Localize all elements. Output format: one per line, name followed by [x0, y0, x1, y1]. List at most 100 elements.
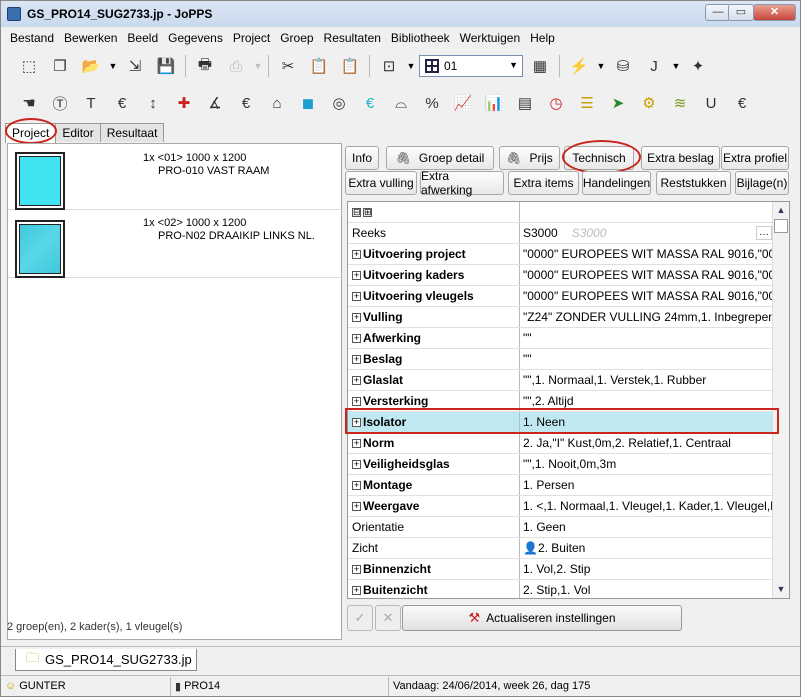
expand-icon[interactable]: + [352, 376, 361, 386]
tab-project[interactable]: Project [5, 123, 57, 143]
grid-value[interactable]: 1. Geen [521, 517, 774, 537]
grid-row-zicht[interactable]: Zicht 👤2. Buiten [348, 538, 774, 559]
menu-gegevens[interactable]: Gegevens [163, 31, 228, 45]
percent-icon[interactable]: % [418, 90, 446, 116]
menu-bewerken[interactable]: Bewerken [59, 31, 122, 45]
group-grid-icon[interactable]: ▦ [526, 53, 554, 79]
extra-profiel-button[interactable]: Extra profiel [721, 146, 789, 170]
expand-icon[interactable]: + [352, 250, 361, 260]
list-item[interactable]: 1x <02> 1000 x 1200 PRO-N02 DRAAIKIP LIN… [8, 214, 341, 278]
prijs-button[interactable]: 🖇 Prijs [499, 146, 560, 170]
spring-icon[interactable]: ≋ [666, 90, 694, 116]
extra-items-button[interactable]: Extra items [508, 171, 579, 195]
grid-row-afwerking[interactable]: + Afwerking "" [348, 328, 774, 349]
grid-row-buitenzicht[interactable]: + Buitenzicht 2. Stip,1. Vol [348, 580, 774, 598]
grid-row-versterking[interactable]: + Versterking "",2. Altijd [348, 391, 774, 412]
menu-bibliotheek[interactable]: Bibliotheek [386, 31, 455, 45]
groep-detail-button[interactable]: 🖇 Groep detail [386, 146, 494, 170]
print-preview-icon[interactable]: 🖶 [191, 53, 219, 79]
grid-row-veiligheidsglas[interactable]: + Veiligheidsglas "",1. Nooit,0m,3m [348, 454, 774, 475]
menu-beeld[interactable]: Beeld [122, 31, 163, 45]
cube-icon[interactable]: ◼ [294, 90, 322, 116]
grid-row-reeks[interactable]: Reeks S3000 S3000… [348, 223, 774, 244]
grid-row-beslag[interactable]: + Beslag "" [348, 349, 774, 370]
hand-icon[interactable]: ☚ [15, 90, 43, 116]
menu-project[interactable]: Project [228, 31, 275, 45]
expand-icon[interactable]: + [352, 586, 361, 596]
menu-resultaten[interactable]: Resultaten [319, 31, 386, 45]
lightning-icon[interactable]: ⚡ [565, 53, 593, 79]
menu-werktuigen[interactable]: Werktuigen [455, 31, 525, 45]
chevron-down-icon[interactable]: ▼ [406, 61, 416, 71]
profile-section-icon[interactable]: ⌂ [263, 90, 291, 116]
restore-button[interactable]: ▭ [728, 4, 754, 21]
grid-value[interactable]: "Z24" ZONDER VULLING 24mm,1. Inbegrepen [521, 307, 774, 327]
profile-list-icon[interactable]: Ⓣ [46, 90, 74, 116]
grid-value[interactable]: "",1. Normaal,1. Verstek,1. Rubber [521, 370, 774, 390]
grid-value[interactable]: 2. Stip,1. Vol [521, 580, 774, 598]
profile-shape-icon[interactable]: ⌓ [387, 90, 415, 116]
grid-row-glaslat[interactable]: + Glaslat "",1. Normaal,1. Verstek,1. Rubb… [348, 370, 774, 391]
unit-icon[interactable]: U [697, 90, 725, 116]
expand-icon[interactable]: + [352, 439, 361, 449]
grid-value[interactable]: "" [521, 349, 774, 369]
green-arrow-icon[interactable]: ➤ [604, 90, 632, 116]
profile-cost-icon[interactable]: € [232, 90, 260, 116]
grid-row-montage[interactable]: + Montage 1. Persen [348, 475, 774, 496]
technisch-button[interactable]: Technisch [564, 146, 634, 170]
expand-icon[interactable]: + [352, 355, 361, 365]
grid-value[interactable]: 1. Persen [521, 475, 774, 495]
expand-icon[interactable]: + [352, 502, 361, 512]
grid-row-weergave[interactable]: + Weergave 1. <,1. Normaal,1. Vleugel,1. K… [348, 496, 774, 517]
document-tab[interactable]: 🗀 GS_PRO14_SUG2733.jp [15, 649, 197, 671]
grid-row-uitvoering-project[interactable]: + Uitvoering project "0000" EUROPEES WIT M… [348, 244, 774, 265]
grid-row-norm[interactable]: + Norm 2. Ja,"I" Kust,0m,2. Relatief,1. Ce… [348, 433, 774, 454]
profile-measure-icon[interactable]: ↕ [139, 90, 167, 116]
scrollbar-thumb[interactable] [774, 219, 788, 233]
clock-icon[interactable]: ◷ [542, 90, 570, 116]
extra-afwerking-button[interactable]: Extra afwerking [420, 169, 504, 197]
reststukken-button[interactable]: Reststukken [656, 171, 731, 195]
expand-all-icon[interactable]: ⊞ [363, 208, 372, 218]
profile-angle-icon[interactable]: ∡ [201, 90, 229, 116]
grid-value[interactable]: "0000" EUROPEES WIT MASSA RAL 9016,"0000… [521, 244, 774, 264]
grid-row-uitvoering-kaders[interactable]: + Uitvoering kaders "0000" EUROPEES WIT MA… [348, 265, 774, 286]
collapse-all-icon[interactable]: ⊟ [352, 208, 361, 218]
grid-value[interactable]: 2. Ja,"I" Kust,0m,2. Relatief,1. Centraa… [521, 433, 774, 453]
database-help-icon[interactable]: ⛁ [609, 53, 637, 79]
group-select[interactable]: 01 ▼ [419, 55, 523, 77]
ellipsis-icon[interactable]: … [756, 226, 772, 240]
import-icon[interactable]: ⇲ [121, 53, 149, 79]
gear-icon[interactable]: ⚙ [635, 90, 663, 116]
grid-value[interactable]: S3000 S3000… [521, 223, 774, 243]
grid-value[interactable]: 👤2. Buiten [521, 538, 774, 558]
profile-t-icon[interactable]: T [77, 90, 105, 116]
unit-price-icon[interactable]: € [728, 90, 756, 116]
grid-row-binnenzicht[interactable]: + Binnenzicht 1. Vol,2. Stip [348, 559, 774, 580]
grid-scrollbar[interactable]: ▲ ▼ [772, 202, 789, 598]
actualiseren-button[interactable]: ⚒ Actualiseren instellingen [402, 605, 682, 631]
grid-value[interactable]: "0000" EUROPEES WIT MASSA RAL 9016,"0000… [521, 286, 774, 306]
chevron-down-icon[interactable]: ▼ [596, 61, 606, 71]
glass-price-icon[interactable]: € [356, 90, 384, 116]
info-button[interactable]: Info [345, 146, 379, 170]
paste-icon[interactable]: 📋 [305, 53, 333, 79]
cut-icon[interactable]: ✂ [274, 53, 302, 79]
list-marker-icon[interactable]: ☰ [573, 90, 601, 116]
profile-cylinder-icon[interactable]: ◎ [325, 90, 353, 116]
scroll-down-icon[interactable]: ▼ [773, 581, 789, 598]
chevron-down-icon[interactable]: ▼ [671, 61, 681, 71]
extra-beslag-button[interactable]: Extra beslag [641, 146, 720, 170]
grid-row-vulling[interactable]: + Vulling "Z24" ZONDER VULLING 24mm,1. Inb… [348, 307, 774, 328]
close-button[interactable]: ✕ [753, 4, 796, 21]
list-item[interactable]: 1x <01> 1000 x 1200 PRO-010 VAST RAAM [8, 146, 341, 210]
profile-add-icon[interactable]: ✚ [170, 90, 198, 116]
extra-vulling-button[interactable]: Extra vulling [345, 171, 417, 195]
grid-value[interactable]: 1. Neen [521, 412, 774, 432]
grid-value[interactable]: 1. Vol,2. Stip [521, 559, 774, 579]
menu-bestand[interactable]: Bestand [5, 31, 59, 45]
grid-value[interactable]: 1. <,1. Normaal,1. Vleugel,1. Kader,1. V… [521, 496, 774, 516]
bijlagen-button[interactable]: Bijlage(n) [735, 171, 789, 195]
tab-editor[interactable]: Editor [55, 123, 101, 142]
save-icon[interactable]: 💾 [152, 53, 180, 79]
